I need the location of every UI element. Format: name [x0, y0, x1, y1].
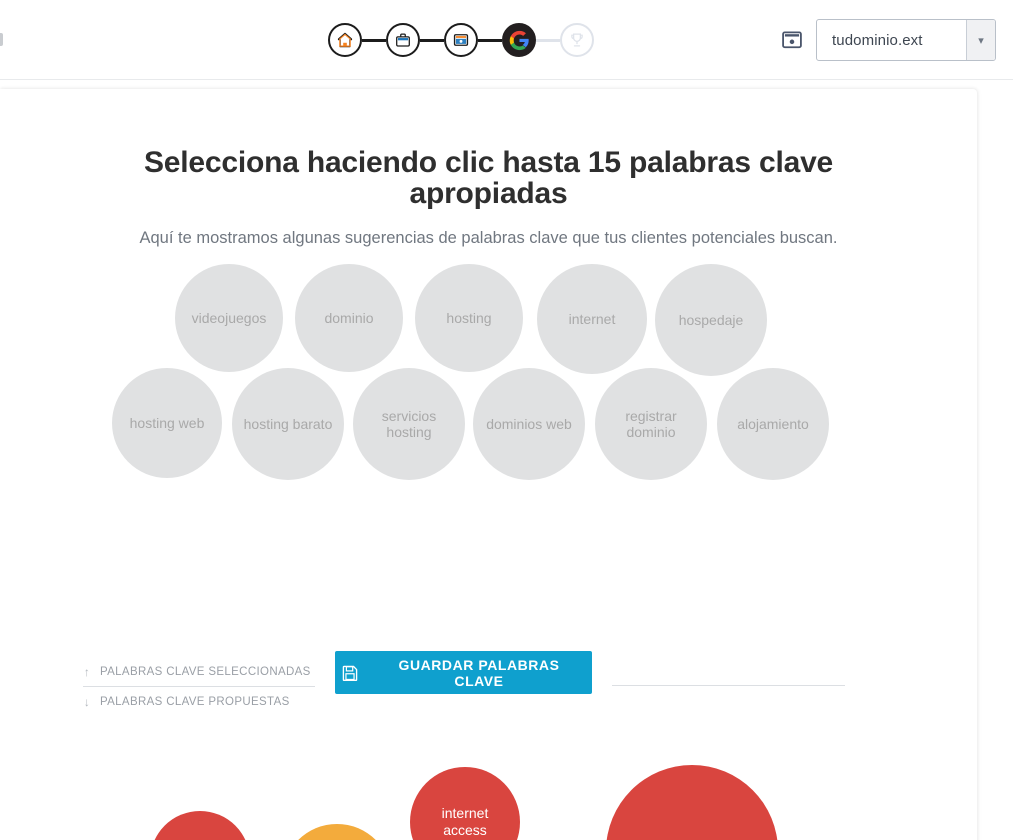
legend-divider: [83, 686, 315, 687]
keyword-bubble-label: dominios web: [486, 415, 572, 432]
stepper-connector-2: [420, 38, 444, 42]
legend: ↑ PALABRAS CLAVE SELECCIONADAS ↓ PALABRA…: [83, 659, 315, 715]
page-title: Selecciona haciendo clic hasta 15 palabr…: [143, 146, 834, 211]
briefcase-icon: [394, 31, 412, 49]
step-google[interactable]: [502, 23, 536, 57]
keyword-bubble[interactable]: servicios hosting: [353, 368, 465, 481]
keyword-bubble-cloud: videojuegos dominio hosting internet hospeda…: [0, 264, 977, 564]
step-website[interactable]: [444, 23, 478, 57]
keyword-bubble-label: hosting barato: [243, 415, 333, 432]
legend-proposed: ↓ PALABRAS CLAVE PROPUESTAS: [83, 689, 315, 715]
domain-select[interactable]: tudominio.ext ▾: [816, 19, 996, 61]
google-g-icon: [509, 30, 530, 51]
keyword-bubble[interactable]: internet: [537, 264, 647, 375]
keyword-bubble-label: hospedaje: [678, 311, 744, 328]
progress-stepper: [328, 22, 594, 58]
save-floppy-icon: [341, 664, 359, 682]
arrow-down-icon: ↓: [83, 695, 91, 709]
keyword-bubble[interactable]: hosting barato: [232, 368, 344, 481]
step-home[interactable]: [328, 23, 362, 57]
keyword-bubble-label: internet: [568, 310, 616, 327]
keyword-bubble-label: hosting web: [129, 414, 205, 431]
selected-keyword-bubble[interactable]: [282, 824, 392, 840]
keyword-bubble-label: alojamiento: [737, 415, 809, 432]
domain-selector-area: tudominio.ext ▾: [781, 19, 996, 61]
keyword-bubble-label: registrar dominio: [625, 407, 677, 441]
save-keywords-button[interactable]: GUARDAR PALABRAS CLAVE: [335, 651, 592, 694]
step-finish[interactable]: [560, 23, 594, 57]
keyword-bubble[interactable]: hosting web: [112, 368, 222, 479]
save-keywords-label: GUARDAR PALABRAS CLAVE: [398, 656, 560, 689]
edge-handle: [0, 33, 3, 46]
selected-keyword-bubble[interactable]: internet access: [410, 767, 520, 840]
keyword-bubble[interactable]: videojuegos: [175, 264, 283, 373]
window-icon: [452, 31, 470, 49]
top-bar: tudominio.ext ▾: [0, 0, 1013, 80]
page-subtitle: Aquí te mostramos algunas sugerencias de…: [139, 229, 838, 248]
page-root: tudominio.ext ▾ Selecciona haciendo clic…: [0, 0, 1013, 840]
arrow-up-icon: ↑: [83, 665, 91, 679]
keyword-bubble[interactable]: registrar dominio: [595, 368, 707, 481]
domain-select-value: tudominio.ext: [832, 31, 923, 49]
selected-keyword-bubble[interactable]: [606, 765, 778, 840]
legend-selected: ↑ PALABRAS CLAVE SELECCIONADAS: [83, 659, 315, 685]
browser-window-icon: [781, 29, 803, 51]
keyword-bubble[interactable]: dominios web: [473, 368, 585, 481]
trophy-icon: [568, 31, 586, 49]
selected-keyword-bubble[interactable]: [150, 811, 250, 840]
stepper-connector-1: [362, 38, 386, 42]
keyword-bubble[interactable]: dominio: [295, 264, 403, 373]
legend-proposed-label: PALABRAS CLAVE PROPUESTAS: [100, 696, 290, 708]
keyword-bubble[interactable]: hosting: [415, 264, 523, 373]
keyword-bubble-label: servicios hosting: [381, 407, 437, 441]
legend-selected-label: PALABRAS CLAVE SELECCIONADAS: [100, 666, 311, 678]
stepper-connector-4: [536, 38, 560, 42]
keyword-bubble[interactable]: hospedaje: [655, 264, 767, 377]
right-divider: [612, 685, 845, 686]
main-card: Selecciona haciendo clic hasta 15 palabr…: [0, 89, 977, 840]
chevron-down-icon[interactable]: ▾: [966, 20, 995, 60]
stepper-connector-3: [478, 38, 502, 42]
keyword-bubble-label: hosting: [446, 309, 492, 326]
step-business[interactable]: [386, 23, 420, 57]
keyword-bubble-label: videojuegos: [191, 309, 267, 326]
selected-keyword-label: internet access: [441, 805, 489, 838]
keyword-bubble-label: dominio: [324, 309, 374, 326]
selected-keyword-cloud: internet access: [0, 765, 977, 840]
home-icon: [336, 31, 354, 49]
keyword-bubble[interactable]: alojamiento: [717, 368, 829, 481]
keyword-controls: ↑ PALABRAS CLAVE SELECCIONADAS ↓ PALABRA…: [0, 651, 977, 769]
